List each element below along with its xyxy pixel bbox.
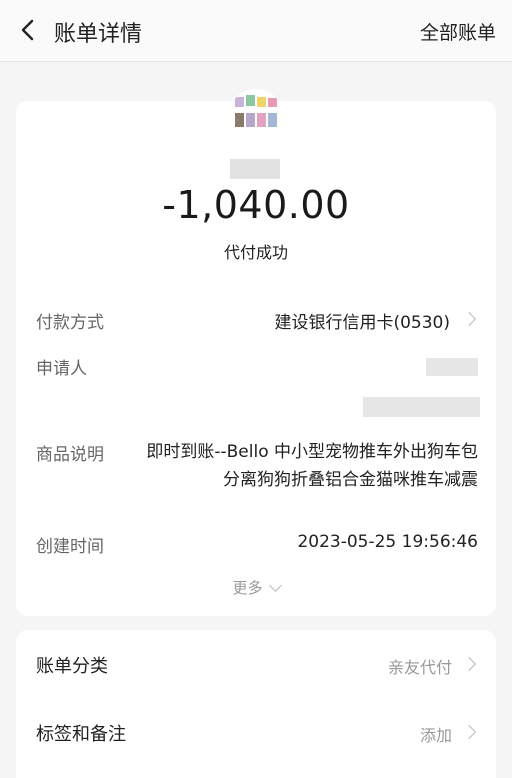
created-time-label: 创建时间 <box>36 537 104 557</box>
bill-extra-card: 账单分类 亲友代付 标签和备注 添加 <box>16 630 496 778</box>
tags-notes-label: 标签和备注 <box>36 724 126 745</box>
product-description-line2: 分离狗狗折叠铝合金猫咪推车减震 <box>223 470 478 490</box>
bill-detail-card: -1,040.00 代付成功 付款方式 建设银行信用卡(0530) 申请人 商品… <box>16 89 496 616</box>
bill-category-label: 账单分类 <box>36 656 108 677</box>
payment-status: 代付成功 <box>223 243 288 262</box>
payment-method-label: 付款方式 <box>36 313 104 333</box>
product-description: 即时到账--Bello 中小型宠物推车外出狗车包 分离狗狗折叠铝合金猫咪推车减震 <box>120 438 478 494</box>
created-time-value: 2023-05-25 19:56:46 <box>297 532 478 552</box>
bill-category-value[interactable]: 亲友代付 <box>388 654 452 678</box>
chevron-right-icon[interactable] <box>461 656 477 672</box>
product-label: 商品说明 <box>36 445 104 465</box>
all-bills-link[interactable]: 全部账单 <box>420 18 496 45</box>
tags-add-button[interactable]: 添加 <box>420 722 452 746</box>
product-description-line1: 即时到账--Bello 中小型宠物推车外出狗车包 <box>146 442 478 462</box>
merchant-avatar <box>229 89 283 143</box>
applicant-redacted <box>426 358 478 376</box>
more-label: 更多 <box>232 579 263 597</box>
back-icon[interactable] <box>14 16 42 44</box>
chevron-down-icon <box>268 579 282 592</box>
applicant-label: 申请人 <box>36 359 87 379</box>
merchant-name-redacted <box>230 159 280 179</box>
applicant-account-redacted <box>363 397 480 417</box>
more-button[interactable]: 更多 <box>16 577 496 598</box>
chevron-right-icon[interactable] <box>461 724 477 740</box>
amount: -1,040.00 <box>162 183 350 227</box>
payment-method-value[interactable]: 建设银行信用卡(0530) <box>274 308 450 333</box>
chevron-right-icon[interactable] <box>461 311 477 327</box>
page-title: 账单详情 <box>54 22 143 47</box>
nav-bar: 账单详情 全部账单 <box>0 0 512 62</box>
